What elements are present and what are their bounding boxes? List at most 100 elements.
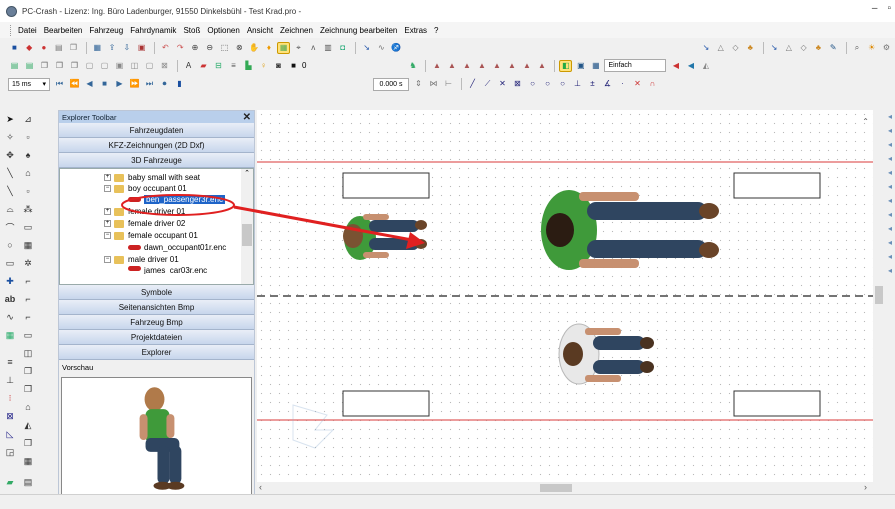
cone-8-icon[interactable]: ▲ — [535, 60, 548, 72]
points-icon[interactable]: ⁂ — [22, 203, 34, 215]
time-value[interactable]: 0.000 s — [373, 77, 409, 91]
grid-icon[interactable]: ▦ — [277, 41, 291, 54]
line-style-icon[interactable]: ≡ — [227, 60, 240, 72]
time-slider-handle[interactable]: ▮ — [173, 78, 186, 90]
bulb-icon[interactable]: ♀ — [257, 60, 270, 72]
copy-icon[interactable]: ❐ — [67, 42, 80, 54]
magnet-icon[interactable]: ∩ — [646, 78, 659, 90]
zoom-out-icon[interactable]: ⊖ — [203, 42, 216, 54]
diagonal-icon[interactable]: ╲ — [4, 167, 16, 179]
delete-tool-icon[interactable]: ✕ — [631, 78, 644, 90]
drawing-canvas[interactable]: ⌃ — [257, 110, 873, 482]
path-tool-icon[interactable]: ♐ — [390, 42, 403, 54]
section-fahrzeug-bmp[interactable]: Fahrzeug Bmp — [59, 315, 254, 330]
walk-icon[interactable]: ♞ — [406, 60, 419, 72]
wave-icon[interactable]: ∿ — [4, 311, 16, 323]
roll-icon[interactable]: ▰ — [4, 476, 16, 488]
view-2-icon[interactable]: ▢ — [98, 60, 111, 72]
section-symbole[interactable]: Symbole — [59, 285, 254, 300]
star-icon[interactable]: ✲ — [22, 257, 34, 269]
arrow-tool-2-icon[interactable]: ↘ — [768, 42, 781, 54]
side-tools-icon[interactable]: ◂ ◂ ◂ ◂ ◂ ◂ ◂ ◂ ◂ ◂ ◂ ◂ — [885, 110, 895, 278]
last-frame-icon[interactable]: ⏭ — [143, 78, 156, 90]
scroll-left-icon[interactable]: ‹ — [259, 482, 262, 492]
building-icon[interactable]: ⌂ — [22, 401, 34, 413]
record-icon[interactable]: ⏺ — [158, 78, 171, 90]
rect-3-icon[interactable]: ▭ — [22, 329, 34, 341]
dims-icon[interactable]: ⊥ — [4, 374, 16, 386]
step-back-icon[interactable]: ◀ — [83, 78, 96, 90]
pointer-icon[interactable]: ➤ — [4, 113, 16, 125]
skid-icon[interactable]: ♠ — [22, 149, 34, 161]
text-draw-icon[interactable]: ab — [4, 293, 16, 305]
rect-2-icon[interactable]: ▭ — [22, 221, 34, 233]
section-projektdateien[interactable]: Projektdateien — [59, 330, 254, 345]
circle-tool-icon[interactable]: ○ — [526, 78, 539, 90]
print-icon[interactable]: ▤ — [52, 42, 65, 54]
diagonal-2-icon[interactable]: ╲ — [4, 185, 16, 197]
new-project-icon[interactable]: ◆ — [23, 42, 36, 54]
maximize-button[interactable]: ▫ — [887, 3, 891, 14]
settings-icon[interactable]: ⚙ — [880, 42, 893, 54]
export-icon[interactable]: ⇪ — [106, 42, 119, 54]
light-2-icon[interactable]: ☀ — [865, 42, 878, 54]
ruler-icon[interactable]: ⊿ — [22, 113, 34, 125]
cross-box-icon[interactable]: ⊠ — [511, 78, 524, 90]
vehicle-db-icon[interactable]: ▣ — [135, 42, 148, 54]
stop-icon[interactable]: ■ — [98, 78, 111, 90]
sign-2-icon[interactable]: ♣ — [812, 42, 825, 54]
view-1-icon[interactable]: ▢ — [83, 60, 96, 72]
line-edit-icon[interactable]: ✧ — [4, 131, 16, 143]
search-icon[interactable]: ⌕ — [851, 42, 864, 54]
rewind-icon[interactable]: ⏪ — [68, 78, 81, 90]
measure-icon[interactable]: ⌖ — [292, 42, 305, 54]
car-red-icon[interactable]: ◀ — [669, 60, 682, 72]
expand-icon[interactable]: + — [104, 208, 111, 215]
zoom-all-icon[interactable]: ⊗ — [233, 42, 246, 54]
rectangle-draw-icon[interactable]: ▭ — [4, 257, 16, 269]
spline-icon[interactable]: ⌐ — [22, 311, 34, 323]
chart-icon[interactable]: ▥ — [322, 42, 335, 54]
point-tool-icon[interactable]: · — [616, 78, 629, 90]
cone-2-icon[interactable]: ▲ — [445, 60, 458, 72]
menu-fahrzeug[interactable]: Fahrzeug — [89, 26, 123, 35]
canvas-vscrollbar[interactable] — [873, 110, 885, 482]
circle-3-tool-icon[interactable]: ○ — [556, 78, 569, 90]
fill-icon[interactable]: ⊟ — [212, 60, 225, 72]
scroll-thumb[interactable] — [242, 224, 252, 246]
lock-icon[interactable]: ◙ — [272, 60, 285, 72]
hatch-icon[interactable]: ▦ — [22, 239, 34, 251]
tree-item-folder[interactable]: − boy occupant 01 — [104, 183, 187, 194]
stairs-icon[interactable]: ◲ — [4, 446, 16, 458]
open-2-icon[interactable]: ▤ — [23, 60, 36, 72]
canvas-hscrollbar[interactable]: ‹ › — [257, 482, 873, 494]
scroll-up-icon[interactable]: ⌃ — [862, 117, 869, 126]
dimension-2-tool-icon[interactable]: ± — [586, 78, 599, 90]
tree-item-folder[interactable]: + female driver 01 — [104, 206, 185, 217]
triangle-tool-2-icon[interactable]: △ — [782, 42, 795, 54]
expand-icon[interactable]: + — [104, 174, 111, 181]
menu-zeichnung-bearbeiten[interactable]: Zeichnung bearbeiten — [320, 26, 397, 35]
open-icon[interactable]: ▤ — [8, 60, 21, 72]
circle-2-tool-icon[interactable]: ○ — [541, 78, 554, 90]
mirror-icon[interactable]: ◫ — [22, 347, 34, 359]
table-icon[interactable]: ▤ — [22, 476, 34, 488]
crosshair-icon[interactable]: ✚ — [4, 275, 16, 287]
scroll-up-icon[interactable]: ⌃ — [241, 169, 253, 177]
vehicle-box[interactable] — [733, 390, 821, 417]
move-icon[interactable]: ✥ — [4, 149, 16, 161]
cone-6-icon[interactable]: ▲ — [505, 60, 518, 72]
node-icon[interactable]: ▫ — [22, 131, 34, 143]
menu-bearbeiten[interactable]: Bearbeiten — [44, 26, 83, 35]
triangle-2-icon[interactable]: ◭ — [22, 419, 34, 431]
tree-item-file[interactable]: dawn_occupant01r.enc — [128, 242, 226, 253]
vehicle-box[interactable] — [342, 390, 430, 417]
arrow-tool-icon[interactable]: ↘ — [700, 42, 713, 54]
select-tool-icon[interactable]: ↘ — [360, 42, 373, 54]
sequence-icon[interactable]: ⋈ — [427, 78, 440, 90]
text-tool-icon[interactable]: ʌ — [307, 42, 320, 54]
close-icon[interactable]: ✕ — [243, 112, 251, 123]
stack-icon[interactable]: ❐ — [22, 383, 34, 395]
cone-7-icon[interactable]: ▲ — [520, 60, 533, 72]
dimension-tool-icon[interactable]: ⊥ — [571, 78, 584, 90]
